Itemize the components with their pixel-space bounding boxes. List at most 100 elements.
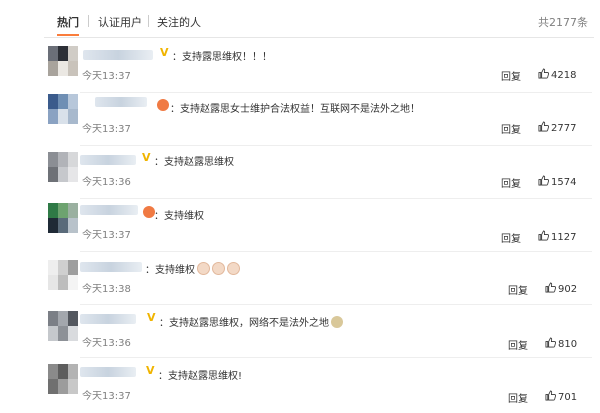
avatar[interactable]: [48, 260, 78, 290]
comment-row: V ：支持赵露思维权! 今天13:37 回复 701: [0, 358, 600, 413]
avatar-mosaic-tile: [68, 379, 78, 394]
avatar-mosaic-tile: [68, 275, 78, 290]
avatar[interactable]: [48, 364, 78, 394]
avatar-mosaic-tile: [68, 364, 78, 379]
username-blurred[interactable]: [80, 205, 138, 215]
like-button[interactable]: 810: [545, 337, 577, 350]
like-button[interactable]: 902: [545, 282, 577, 295]
comment-text: ：支持赵露思维权: [154, 157, 234, 168]
comment-text: ：支持维权: [145, 261, 240, 276]
username-blurred[interactable]: [80, 367, 136, 377]
thumbs-up-icon: [545, 390, 556, 401]
comment-tabs: 热门 认证用户 关注的人 共2177条: [0, 0, 600, 38]
like-count: 1127: [551, 232, 577, 243]
avatar-mosaic-tile: [48, 311, 58, 326]
avatar[interactable]: [48, 46, 78, 76]
comment-body: ：支持赵露思维权，网络不是法外之地: [159, 318, 329, 329]
avatar-mosaic-tile: [58, 167, 68, 182]
comment-time: 今天13:37: [82, 124, 131, 135]
reply-button[interactable]: 回复: [508, 337, 528, 352]
avatar-mosaic-tile: [68, 311, 78, 326]
avatar-mosaic-tile: [68, 94, 78, 109]
tab-divider: [148, 15, 149, 27]
emoji-icon: [157, 99, 169, 111]
username-blurred[interactable]: [95, 97, 147, 107]
avatar[interactable]: [48, 203, 78, 233]
avatar-mosaic-tile: [68, 167, 78, 182]
avatar-mosaic-tile: [58, 46, 68, 61]
emoji-icon: [212, 262, 225, 275]
avatar-mosaic-tile: [58, 275, 68, 290]
avatar-mosaic-tile: [48, 218, 58, 233]
thumbs-up-icon: [538, 175, 549, 186]
like-count: 2777: [551, 123, 577, 134]
like-button[interactable]: 1574: [538, 175, 576, 188]
avatar-mosaic-tile: [68, 218, 78, 233]
reply-button[interactable]: 回复: [501, 175, 521, 190]
avatar-mosaic-tile: [58, 94, 68, 109]
avatar-mosaic-tile: [48, 203, 58, 218]
comment-row: ：支持维权 今天13:38 回复 902: [0, 252, 600, 305]
avatar-mosaic-tile: [58, 326, 68, 341]
reply-button[interactable]: 回复: [508, 282, 528, 297]
avatar-mosaic-tile: [68, 152, 78, 167]
reply-button[interactable]: 回复: [501, 68, 521, 83]
comment-text: ：支持露思维权！！！: [172, 52, 272, 63]
avatar[interactable]: [48, 94, 78, 124]
username-blurred[interactable]: [80, 155, 136, 165]
avatar-mosaic-tile: [48, 46, 58, 61]
comment-row: V ：支持露思维权！！！ 今天13:37 回复 4218: [0, 40, 600, 93]
avatar-mosaic-tile: [58, 203, 68, 218]
thumbs-up-icon: [538, 121, 549, 132]
comment-time: 今天13:37: [82, 230, 131, 241]
like-button[interactable]: 1127: [538, 230, 576, 243]
avatar-mosaic-tile: [58, 152, 68, 167]
avatar-mosaic-tile: [48, 364, 58, 379]
comment-total-count: 共2177条: [538, 16, 588, 29]
username-blurred[interactable]: [80, 262, 142, 272]
comment-text: ：支持赵露思维权，网络不是法外之地: [159, 314, 343, 329]
comment-text: ：支持维权: [154, 211, 204, 222]
avatar-mosaic-tile: [48, 94, 58, 109]
username-blurred[interactable]: [80, 314, 136, 324]
thumbs-up-icon: [538, 230, 549, 241]
like-button[interactable]: 701: [545, 390, 577, 403]
like-count: 902: [558, 284, 578, 295]
tab-verified[interactable]: 认证用户: [98, 14, 142, 30]
avatar-mosaic-tile: [58, 260, 68, 275]
avatar-mosaic-tile: [68, 109, 78, 124]
username-blurred[interactable]: [83, 50, 153, 60]
avatar-mosaic-tile: [58, 311, 68, 326]
avatar-mosaic-tile: [48, 109, 58, 124]
avatar-mosaic-tile: [68, 203, 78, 218]
thumbs-up-icon: [545, 337, 556, 348]
emoji-icon: [197, 262, 210, 275]
tab-following[interactable]: 关注的人: [157, 14, 201, 30]
avatar-mosaic-tile: [48, 167, 58, 182]
like-count: 4218: [551, 70, 577, 81]
avatar-mosaic-tile: [58, 364, 68, 379]
reply-button[interactable]: 回复: [508, 390, 528, 405]
thumbs-up-icon: [538, 68, 549, 79]
reply-button[interactable]: 回复: [501, 121, 521, 136]
like-button[interactable]: 2777: [538, 121, 576, 134]
comment-row: ：支持赵露思女士维护合法权益！互联网不是法外之地！ 今天13:37 回复 277…: [0, 93, 600, 146]
avatar-mosaic-tile: [68, 46, 78, 61]
vip-badge-icon: V: [142, 151, 151, 164]
like-button[interactable]: 4218: [538, 68, 576, 81]
tab-hot[interactable]: 热门: [57, 14, 79, 36]
comment-row: ：支持维权 今天13:37 回复 1127: [0, 199, 600, 252]
avatar-mosaic-tile: [58, 218, 68, 233]
comment-time: 今天13:37: [82, 71, 131, 82]
avatar[interactable]: [48, 311, 78, 341]
avatar-mosaic-tile: [58, 61, 68, 76]
avatar-mosaic-tile: [48, 260, 58, 275]
avatar[interactable]: [48, 152, 78, 182]
reply-button[interactable]: 回复: [501, 230, 521, 245]
comment-row: V ：支持赵露思维权，网络不是法外之地 今天13:36 回复 810: [0, 305, 600, 358]
emoji-icon: [227, 262, 240, 275]
comment-time: 今天13:36: [82, 177, 131, 188]
avatar-mosaic-tile: [68, 260, 78, 275]
avatar-mosaic-tile: [48, 152, 58, 167]
like-count: 810: [558, 339, 578, 350]
